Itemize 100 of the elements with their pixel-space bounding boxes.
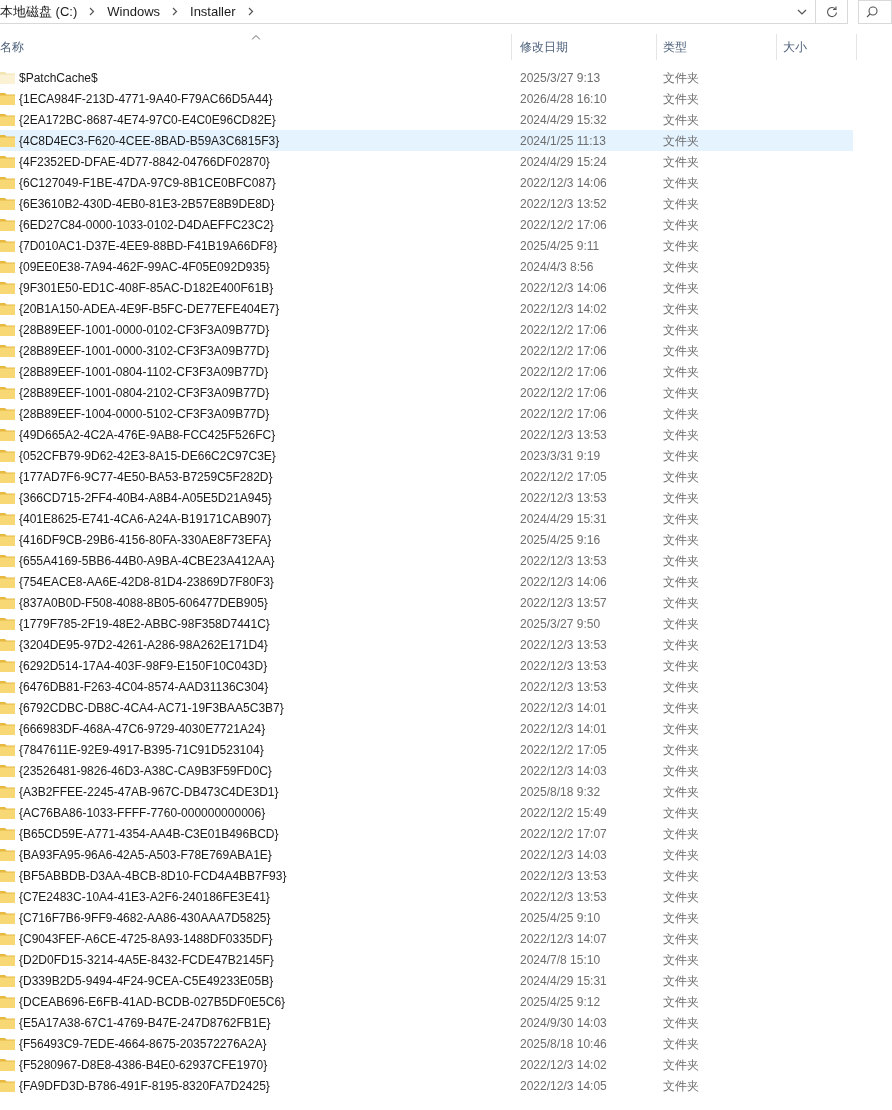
file-type: 文件夹 <box>662 384 700 402</box>
file-type: 文件夹 <box>662 1014 700 1032</box>
file-row[interactable]: {FA9DFD3D-B786-491F-8195-8320FA7D2425} 2022/12/3 14:05 文件夹 <box>0 1075 853 1096</box>
file-type: 文件夹 <box>662 510 700 528</box>
file-row[interactable]: {F5280967-D8E8-4386-B4E0-62937CFE1970} 2022/12/3 14:02 文件夹 <box>0 1054 853 1075</box>
file-type: 文件夹 <box>662 615 700 633</box>
file-row[interactable]: {BA93FA95-96A6-42A5-A503-F78E769ABA1E} 2022/12/3 14:03 文件夹 <box>0 844 853 865</box>
file-name: {177AD7F6-9C77-4E50-BA53-B7259C5F282D} <box>19 468 273 486</box>
modified-date: 2025/4/25 9:11 <box>519 237 601 255</box>
file-row[interactable]: {6E3610B2-430D-4EB0-81E3-2B57E8B9DE8D} 2022/12/3 13:52 文件夹 <box>0 193 853 214</box>
file-row[interactable]: {28B89EEF-1004-0000-5102-CF3F3A09B77D} 2022/12/2 17:06 文件夹 <box>0 403 853 424</box>
file-row[interactable]: {C716F7B6-9FF9-4682-AA86-430AAA7D5825} 2025/4/25 9:10 文件夹 <box>0 907 853 928</box>
file-row[interactable]: {416DF9CB-29B6-4156-80FA-330AE8F73EFA} 2025/4/25 9:16 文件夹 <box>0 529 853 550</box>
file-row[interactable]: {052CFB79-9D62-42E3-8A15-DE66C2C97C3E} 2023/3/31 9:19 文件夹 <box>0 445 853 466</box>
modified-date: 2022/12/3 14:06 <box>519 279 608 297</box>
file-type: 文件夹 <box>662 237 700 255</box>
modified-date: 2025/4/25 9:10 <box>519 909 602 927</box>
file-name: {2EA172BC-8687-4E74-97C0-E4C0E96CD82E} <box>19 111 276 129</box>
file-row[interactable]: {20B1A150-ADEA-4E9F-B5FC-DE77EFE404E7} 2022/12/3 14:02 文件夹 <box>0 298 853 319</box>
file-row[interactable]: {4C8D4EC3-F620-4CEE-8BAD-B59A3C6815F3} 2024/1/25 11:13 文件夹 <box>0 130 853 151</box>
file-row[interactable]: {DCEAB696-E6FB-41AD-BCDB-027B5DF0E5C6} 2025/4/25 9:12 文件夹 <box>0 991 853 1012</box>
file-row[interactable]: {28B89EEF-1001-0804-1102-CF3F3A09B77D} 2022/12/2 17:06 文件夹 <box>0 361 853 382</box>
file-type: 文件夹 <box>662 90 700 108</box>
file-row[interactable]: {754EACE8-AA6E-42D8-81D4-23869D7F80F3} 2022/12/3 14:06 文件夹 <box>0 571 853 592</box>
file-row[interactable]: {28B89EEF-1001-0000-3102-CF3F3A09B77D} 2022/12/2 17:06 文件夹 <box>0 340 853 361</box>
file-row[interactable]: {6292D514-17A4-403F-98F9-E150F10C043D} 2022/12/3 13:53 文件夹 <box>0 655 853 676</box>
search-field[interactable] <box>858 0 892 24</box>
file-row[interactable]: {1ECA984F-213D-4771-9A40-F79AC66D5A44} 2026/4/28 16:10 文件夹 <box>0 88 853 109</box>
file-row[interactable]: {3204DE95-97D2-4261-A286-98A262E171D4} 2022/12/3 13:53 文件夹 <box>0 634 853 655</box>
file-name: {C716F7B6-9FF9-4682-AA86-430AAA7D5825} <box>19 909 271 927</box>
file-name: {1ECA984F-213D-4771-9A40-F79AC66D5A44} <box>19 90 273 108</box>
file-row[interactable]: {7D010AC1-D37E-4EE9-88BD-F41B19A66DF8} 2025/4/25 9:11 文件夹 <box>0 235 853 256</box>
file-row[interactable]: {F56493C9-7EDE-4664-8675-203572276A2A} 2025/8/18 10:46 文件夹 <box>0 1033 853 1054</box>
search-icon <box>866 6 878 18</box>
modified-date: 2022/12/2 17:06 <box>519 321 608 339</box>
breadcrumb[interactable]: 本地磁盘 (C:) <box>0 1 78 22</box>
file-row[interactable]: {D2D0FD15-3214-4A5E-8432-FCDE47B2145F} 2024/7/8 15:10 文件夹 <box>0 949 853 970</box>
file-type: 文件夹 <box>662 258 700 276</box>
modified-date: 2022/12/3 14:05 <box>519 1077 608 1095</box>
file-row[interactable]: {2EA172BC-8687-4E74-97C0-E4C0E96CD82E} 2024/4/29 15:32 文件夹 <box>0 109 853 130</box>
modified-date: 2025/8/18 9:32 <box>519 783 602 801</box>
file-name: {4C8D4EC3-F620-4CEE-8BAD-B59A3C6815F3} <box>19 132 280 150</box>
file-row[interactable]: {9F301E50-ED1C-408F-85AC-D182E400F61B} 2022/12/3 14:06 文件夹 <box>0 277 853 298</box>
file-name: {DCEAB696-E6FB-41AD-BCDB-027B5DF0E5C6} <box>19 993 286 1011</box>
file-row[interactable]: {BF5ABBDB-D3AA-4BCB-8D10-FCD4A4BB7F93} 2022/12/3 13:53 文件夹 <box>0 865 853 886</box>
file-row[interactable]: {6476DB81-F263-4C04-8574-AAD31136C304} 2022/12/3 13:53 文件夹 <box>0 676 853 697</box>
column-header[interactable]: 大小 <box>777 34 857 60</box>
file-name: {FA9DFD3D-B786-491F-8195-8320FA7D2425} <box>19 1077 270 1095</box>
dropdown-icon[interactable] <box>797 8 807 15</box>
file-name: {AC76BA86-1033-FFFF-7760-000000000006} <box>19 804 266 822</box>
modified-date: 2025/4/25 9:12 <box>519 993 602 1011</box>
file-row[interactable]: {C7E2483C-10A4-41E3-A2F6-240186FE3E41} 2022/12/3 13:53 文件夹 <box>0 886 853 907</box>
chevron-right-icon <box>247 7 254 16</box>
file-row[interactable]: {49D665A2-4C2A-476E-9AB8-FCC425F526FC} 2022/12/3 13:53 文件夹 <box>0 424 853 445</box>
file-row[interactable]: {09EE0E38-7A94-462F-99AC-4F05E092D935} 2024/4/3 8:56 文件夹 <box>0 256 853 277</box>
column-header[interactable]: 类型 <box>657 34 777 60</box>
file-type: 文件夹 <box>662 699 700 717</box>
file-row[interactable]: {6ED27C84-0000-1033-0102-D4DAEFFC23C2} 2022/12/2 17:06 文件夹 <box>0 214 853 235</box>
modified-date: 2022/12/2 17:05 <box>519 468 608 486</box>
file-row[interactable]: {401E8625-E741-4CA6-A24A-B19171CAB907} 2024/4/29 15:31 文件夹 <box>0 508 853 529</box>
file-type: 文件夹 <box>662 321 700 339</box>
file-row[interactable]: {23526481-9826-46D3-A38C-CA9B3F59FD0C} 2022/12/3 14:03 文件夹 <box>0 760 853 781</box>
column-header[interactable]: 修改日期 <box>512 34 657 60</box>
file-row[interactable]: {837A0B0D-F508-4088-8B05-606477DEB905} 2022/12/3 13:57 文件夹 <box>0 592 853 613</box>
refresh-icon[interactable] <box>825 5 838 18</box>
file-row[interactable]: {C9043FEF-A6CE-4725-8A93-1488DF0335DF} 2022/12/3 14:07 文件夹 <box>0 928 853 949</box>
file-row[interactable]: {1779F785-2F19-48E2-ABBC-98F358D7441C} 2025/3/27 9:50 文件夹 <box>0 613 853 634</box>
file-row[interactable]: {666983DF-468A-47C6-9729-4030E7721A24} 2022/12/3 14:01 文件夹 <box>0 718 853 739</box>
file-row[interactable]: {4F2352ED-DFAE-4D77-8842-04766DF02870} 2024/4/29 15:24 文件夹 <box>0 151 853 172</box>
modified-date: 2024/4/29 15:31 <box>519 510 608 528</box>
file-name: {416DF9CB-29B6-4156-80FA-330AE8F73EFA} <box>19 531 272 549</box>
address-bar[interactable]: 本地磁盘 (C:) Windows Installer <box>0 0 816 24</box>
file-row[interactable]: {28B89EEF-1001-0000-0102-CF3F3A09B77D} 2022/12/2 17:06 文件夹 <box>0 319 853 340</box>
file-row[interactable]: {28B89EEF-1001-0804-2102-CF3F3A09B77D} 2022/12/2 17:06 文件夹 <box>0 382 853 403</box>
modified-date: 2022/12/2 17:06 <box>519 342 608 360</box>
file-row[interactable]: {655A4169-5BB6-44B0-A9BA-4CBE23A412AA} 2022/12/3 13:53 文件夹 <box>0 550 853 571</box>
breadcrumb[interactable]: Windows <box>107 1 161 22</box>
file-row[interactable]: {366CD715-2FF4-40B4-A8B4-A05E5D21A945} 2022/12/3 13:53 文件夹 <box>0 487 853 508</box>
file-row[interactable]: $PatchCache$ 2025/3/27 9:13 文件夹 <box>0 67 853 88</box>
file-row[interactable]: {B65CD59E-A771-4354-AA4B-C3E01B496BCD} 2022/12/2 17:07 文件夹 <box>0 823 853 844</box>
file-type: 文件夹 <box>662 279 700 297</box>
file-row[interactable]: {AC76BA86-1033-FFFF-7760-000000000006} 2022/12/2 15:49 文件夹 <box>0 802 853 823</box>
modified-date: 2022/12/3 13:53 <box>519 657 608 675</box>
column-header[interactable]: 名称 <box>0 34 512 60</box>
file-row[interactable]: {E5A17A38-67C1-4769-B47E-247D8762FB1E} 2024/9/30 14:03 文件夹 <box>0 1012 853 1033</box>
file-type: 文件夹 <box>662 405 700 423</box>
file-row[interactable]: {6792CDBC-DB8C-4CA4-AC71-19F3BAA5C3B7} 2022/12/3 14:01 文件夹 <box>0 697 853 718</box>
file-row[interactable]: {7847611E-92E9-4917-B395-71C91D523104} 2022/12/2 17:05 文件夹 <box>0 739 853 760</box>
file-type: 文件夹 <box>662 972 700 990</box>
sort-ascending-icon <box>251 35 260 40</box>
file-name: {A3B2FFEE-2245-47AB-967C-DB473C4DE3D1} <box>19 783 279 801</box>
modified-date: 2022/12/3 14:01 <box>519 720 608 738</box>
file-row[interactable]: {177AD7F6-9C77-4E50-BA53-B7259C5F282D} 2022/12/2 17:05 文件夹 <box>0 466 853 487</box>
file-type: 文件夹 <box>662 111 700 129</box>
file-row[interactable]: {A3B2FFEE-2245-47AB-967C-DB473C4DE3D1} 2025/8/18 9:32 文件夹 <box>0 781 853 802</box>
file-name: {F5280967-D8E8-4386-B4E0-62937CFE1970} <box>19 1056 268 1074</box>
file-row[interactable]: {D339B2D5-9494-4F24-9CEA-C5E49233E05B} 2024/4/29 15:31 文件夹 <box>0 970 853 991</box>
file-name: {1779F785-2F19-48E2-ABBC-98F358D7441C} <box>19 615 270 633</box>
file-row[interactable]: {6C127049-F1BE-47DA-97C9-8B1CE0BFC087} 2022/12/3 14:06 文件夹 <box>0 172 853 193</box>
breadcrumb[interactable]: Installer <box>190 1 236 22</box>
